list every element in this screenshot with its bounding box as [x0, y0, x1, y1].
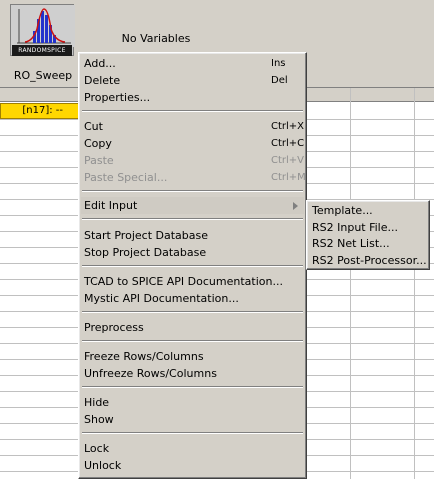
selected-cell[interactable]: [n17]: -- — [0, 103, 86, 119]
menu-item-label: RS2 Post-Processor... — [312, 254, 427, 267]
menu-item-lock[interactable]: Lock — [81, 440, 304, 457]
edit-input-submenu: Template... RS2 Input File... RS2 Net Li… — [306, 200, 430, 270]
menu-separator — [82, 340, 303, 342]
menu-separator — [82, 432, 303, 434]
grid-column-line — [350, 88, 351, 479]
menu-item-shortcut: Ins — [271, 58, 286, 69]
menu-item-label: Unfreeze Rows/Columns — [84, 367, 217, 380]
menu-item-shortcut: Ctrl+M — [271, 172, 306, 183]
menu-item-start-project-database[interactable]: Start Project Database — [81, 227, 304, 244]
menu-item-stop-project-database[interactable]: Stop Project Database — [81, 244, 304, 261]
menu-item-label: Freeze Rows/Columns — [84, 350, 204, 363]
histogram-icon — [11, 5, 75, 47]
menu-item-label: Add... — [84, 57, 116, 70]
menu-item-label: Edit Input — [84, 199, 138, 212]
menu-item-label: Delete — [84, 74, 121, 87]
menu-item-delete[interactable]: Delete Del — [81, 72, 304, 89]
menu-item-label: Properties... — [84, 91, 151, 104]
menu-separator — [82, 311, 303, 313]
menu-item-cut[interactable]: Cut Ctrl+X — [81, 118, 304, 135]
menu-separator — [82, 110, 303, 112]
tool-name: RO_Sweep — [13, 69, 73, 82]
menu-item-paste-special: Paste Special... Ctrl+M — [81, 169, 306, 186]
submenu-item-template[interactable]: Template... — [309, 202, 427, 219]
submenu-item-rs2-post-processor[interactable]: RS2 Post-Processor... — [309, 252, 427, 269]
menu-item-label: Template... — [312, 204, 373, 217]
context-menu: Add... Ins Delete Del Properties... Cut Ctr… — [78, 52, 307, 479]
menu-item-shortcut: Ctrl+V — [271, 155, 305, 166]
menu-item-unfreeze-rows-columns[interactable]: Unfreeze Rows/Columns — [81, 365, 304, 382]
menu-item-paste: Paste Ctrl+V — [81, 152, 304, 169]
menu-item-label: Start Project Database — [84, 229, 208, 242]
menu-item-hide[interactable]: Hide — [81, 394, 304, 411]
submenu-arrow-icon — [293, 202, 298, 210]
menu-item-label: Copy — [84, 137, 112, 150]
menu-item-label: RS2 Input File... — [312, 221, 398, 234]
menu-item-edit-input[interactable]: Edit Input — [81, 197, 304, 214]
menu-item-label: Stop Project Database — [84, 246, 207, 259]
header-cell[interactable] — [414, 0, 434, 88]
menu-separator — [82, 265, 303, 267]
menu-item-show[interactable]: Show — [81, 411, 304, 428]
menu-item-properties[interactable]: Properties... — [81, 89, 304, 106]
menu-item-shortcut: Ctrl+C — [271, 138, 305, 149]
menu-item-preprocess[interactable]: Preprocess — [81, 319, 304, 336]
menu-item-freeze-rows-columns[interactable]: Freeze Rows/Columns — [81, 348, 304, 365]
menu-item-label: Show — [84, 413, 114, 426]
menu-item-shortcut: Del — [271, 75, 288, 86]
menu-item-mystic-api-docs[interactable]: Mystic API Documentation... — [81, 290, 304, 307]
menu-item-label: Paste Special... — [84, 171, 168, 184]
menu-separator — [82, 386, 303, 388]
menu-item-label: Lock — [84, 442, 110, 455]
header-cell[interactable] — [350, 0, 415, 88]
submenu-item-rs2-input-file[interactable]: RS2 Input File... — [309, 219, 427, 236]
menu-item-label: Hide — [84, 396, 110, 409]
menu-item-label: RS2 Net List... — [312, 237, 390, 250]
menu-item-copy[interactable]: Copy Ctrl+C — [81, 135, 304, 152]
menu-item-label: Paste — [84, 154, 114, 167]
menu-item-tcad-to-spice-api-docs[interactable]: TCAD to SPICE API Documentation... — [81, 273, 304, 290]
menu-separator — [82, 190, 303, 192]
submenu-item-rs2-net-list[interactable]: RS2 Net List... — [309, 235, 427, 252]
grid-column-line — [414, 88, 415, 479]
menu-item-label: Cut — [84, 120, 103, 133]
menu-item-label: Preprocess — [84, 321, 144, 334]
no-variables-label: No Variables — [121, 32, 191, 45]
menu-separator — [82, 218, 303, 220]
menu-item-add[interactable]: Add... Ins — [81, 55, 304, 72]
menu-item-shortcut: Ctrl+X — [271, 121, 305, 132]
menu-item-label: Unlock — [84, 459, 122, 472]
menu-item-unlock[interactable]: Unlock — [81, 457, 304, 474]
menu-item-label: TCAD to SPICE API Documentation... — [84, 275, 283, 288]
tool-icon-label: RANDOMSPICE — [12, 45, 72, 56]
menu-item-label: Mystic API Documentation... — [84, 292, 239, 305]
